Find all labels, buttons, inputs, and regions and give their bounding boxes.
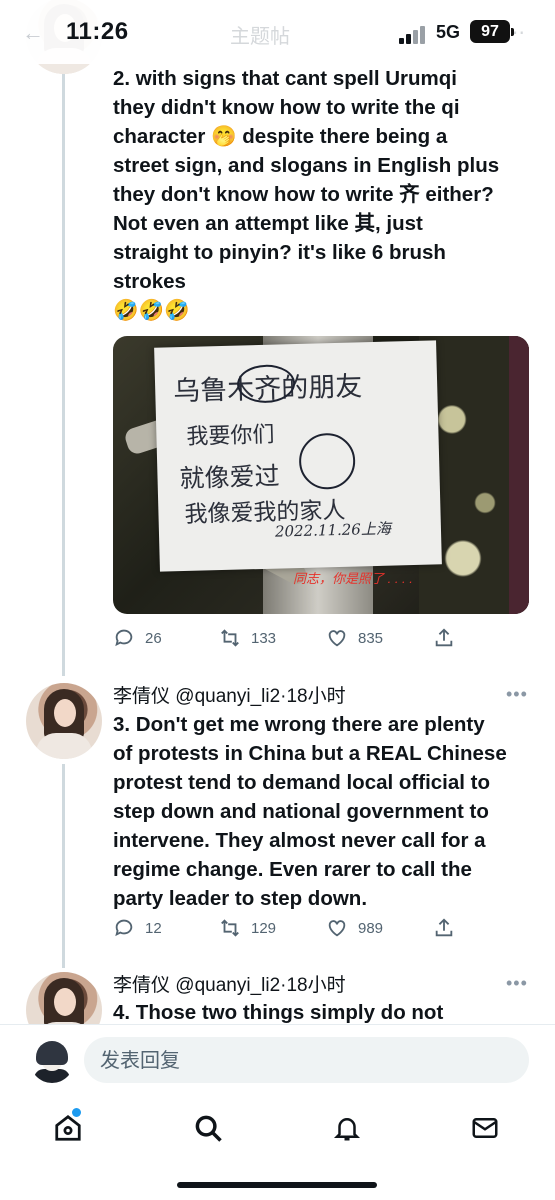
- reply-input[interactable]: 发表回复: [84, 1037, 529, 1083]
- retweet-count: 129: [251, 919, 277, 937]
- tweet-line: step down and national government to: [113, 800, 489, 823]
- like-count: 989: [358, 919, 384, 937]
- tweet-line: intervene. They almost never call for a: [113, 829, 486, 852]
- tweet-line: they don't know how to write 齐 either?: [113, 183, 494, 206]
- tab-notifications[interactable]: [327, 1108, 367, 1148]
- bottom-nav: [0, 1094, 555, 1200]
- tweet-text: 2. with signs that cant spell Urumqi the…: [113, 64, 533, 325]
- thread-line: [62, 764, 65, 968]
- avatar[interactable]: [26, 683, 102, 759]
- reply-button[interactable]: 26: [113, 626, 162, 650]
- tweet-actions: 26 133 835: [113, 626, 533, 650]
- like-button[interactable]: 989: [326, 916, 383, 940]
- share-icon: [435, 628, 453, 647]
- back-arrow-icon[interactable]: ←: [22, 20, 44, 46]
- mail-icon: [472, 1118, 498, 1138]
- retweet-button[interactable]: 129: [219, 916, 276, 940]
- sign-line: 我要你们: [186, 422, 275, 450]
- tweet-line: strokes: [113, 270, 186, 293]
- home-icon: [55, 1115, 81, 1141]
- battery-icon: 97: [470, 20, 510, 43]
- sign-line: 就像爱过: [179, 461, 280, 494]
- bell-icon: [333, 1118, 361, 1141]
- tweet-line: character 🤭 despite there being a: [113, 125, 448, 148]
- retweet-count: 133: [251, 629, 277, 647]
- tweet-line: party leader to step down.: [113, 887, 368, 910]
- like-count: 835: [358, 629, 384, 647]
- photo-edge: [509, 336, 529, 614]
- reply-icon: [115, 919, 133, 937]
- tweet-line: street sign, and slogans in English plus: [113, 154, 500, 177]
- home-indicator: [177, 1182, 377, 1188]
- circle-annotation: [298, 432, 356, 490]
- timestamp: ·18小时: [280, 975, 346, 996]
- photo-caption: 同志，你是照了 . . . .: [293, 571, 413, 586]
- tweet-text: 3. Don't get me wrong there are plenty o…: [113, 710, 533, 913]
- display-name[interactable]: 李倩仪: [113, 975, 170, 996]
- tweet-actions: 12 129 989: [113, 916, 533, 940]
- share-button[interactable]: [433, 626, 465, 650]
- tweet-line: 4. Those two things simply do not: [113, 1001, 444, 1024]
- retweet-button[interactable]: 133: [219, 626, 276, 650]
- tweet-header: 李倩仪 @quanyi_li2·18小时: [113, 970, 346, 997]
- share-button[interactable]: [433, 916, 465, 940]
- tab-home[interactable]: [48, 1108, 88, 1148]
- reply-icon: [115, 629, 133, 647]
- tab-search[interactable]: [188, 1108, 228, 1148]
- tweet-line: 🤣🤣🤣: [113, 299, 190, 322]
- reply-count: 26: [145, 629, 162, 647]
- like-button[interactable]: 835: [326, 626, 383, 650]
- search-icon: [195, 1115, 222, 1142]
- share-icon: [435, 918, 453, 937]
- clock: 11:26: [66, 18, 129, 45]
- tweet-line: 3. Don't get me wrong there are plenty: [113, 713, 485, 736]
- reply-count: 12: [145, 919, 162, 937]
- tweet-line: 2. with signs that cant spell Urumqi: [113, 67, 457, 90]
- more-icon[interactable]: •••: [506, 684, 528, 705]
- tweet-line: Not even an attempt like 其, just: [113, 212, 423, 235]
- tab-messages[interactable]: [465, 1108, 505, 1148]
- tweet-header: 李倩仪 @quanyi_li2·18小时: [113, 681, 346, 708]
- status-bar: ← 主题帖 ⋯ 11:26 5G 97: [0, 0, 555, 64]
- sign-date: 2022.11.26上海: [274, 519, 392, 541]
- my-avatar[interactable]: [30, 1039, 74, 1083]
- notification-dot: [72, 1108, 81, 1117]
- reply-button[interactable]: 12: [113, 916, 162, 940]
- retweet-icon: [221, 919, 239, 937]
- timestamp: ·18小时: [280, 686, 346, 707]
- more-icon[interactable]: •••: [506, 973, 528, 994]
- tweet-line: regime change. Even rarer to call the: [113, 858, 472, 881]
- tweet-line: protest tend to demand local official to: [113, 771, 490, 794]
- screen-title: 主题帖: [230, 26, 290, 48]
- display-name[interactable]: 李倩仪: [113, 686, 170, 707]
- tweet-photo[interactable]: 乌鲁木齐的朋友 我要你们 就像爱过 我像爱我的家人 2022.11.26上海 同…: [113, 336, 529, 614]
- tweet-line: they didn't know how to write the qi: [113, 96, 460, 119]
- network-type: 5G: [436, 22, 461, 42]
- thread-line: [62, 64, 65, 676]
- tweet-text: 4. Those two things simply do not: [113, 998, 533, 1027]
- tweet-line: of protests in China but a REAL Chinese: [113, 742, 507, 765]
- handle[interactable]: @quanyi_li2: [175, 686, 280, 707]
- handwritten-sign: 乌鲁木齐的朋友 我要你们 就像爱过 我像爱我的家人 2022.11.26上海: [154, 340, 442, 572]
- battery-nub: [511, 28, 514, 36]
- handle[interactable]: @quanyi_li2: [175, 975, 280, 996]
- heart-icon: [328, 630, 346, 647]
- retweet-icon: [221, 629, 239, 647]
- tweet-line: straight to pinyin? it's like 6 brush: [113, 241, 446, 264]
- reply-bar: 发表回复: [0, 1024, 555, 1094]
- signal-icon: [399, 24, 429, 44]
- heart-icon: [328, 920, 346, 937]
